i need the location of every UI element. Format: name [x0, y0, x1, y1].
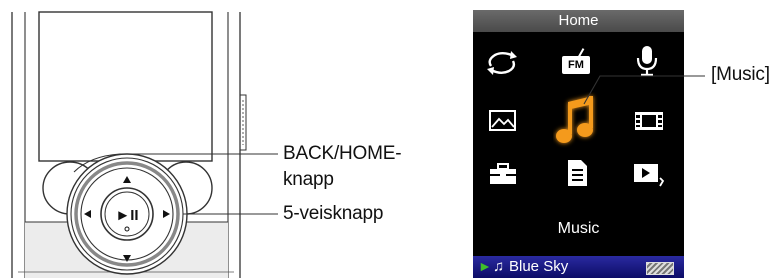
- now-playing-icon[interactable]: [632, 160, 666, 190]
- now-playing-bar: ► ♫ Blue Sky: [473, 256, 684, 278]
- music-callout-line: [583, 75, 705, 105]
- settings-toolbox-icon[interactable]: [488, 161, 518, 187]
- back-home-label-line1: BACK/HOME-: [283, 143, 402, 164]
- note-icon: ♫: [493, 258, 505, 275]
- selected-item-label: Music: [557, 220, 600, 237]
- device-screen: [38, 11, 213, 162]
- photo-icon[interactable]: [488, 108, 518, 134]
- track-title: Blue Sky: [509, 258, 569, 275]
- device-illustration: ►II: [11, 11, 278, 278]
- five-way-label: 5-veisknapp: [283, 203, 384, 224]
- screen-title: Home: [558, 12, 599, 29]
- battery-icon: [646, 262, 674, 275]
- music-callout-label: [Music]: [711, 64, 770, 85]
- play-pause-icon: ►II: [115, 207, 138, 224]
- player-screen: Home FM Music ► ♫ Blue Sky: [473, 10, 684, 278]
- back-home-label: BACK/HOME- knapp: [283, 141, 402, 193]
- back-home-label-line2: knapp: [283, 169, 334, 190]
- playlist-document-icon[interactable]: [563, 158, 591, 188]
- screen-title-bar: Home: [473, 10, 684, 32]
- play-status-icon: ►: [478, 258, 492, 274]
- repeat-icon[interactable]: [485, 48, 519, 78]
